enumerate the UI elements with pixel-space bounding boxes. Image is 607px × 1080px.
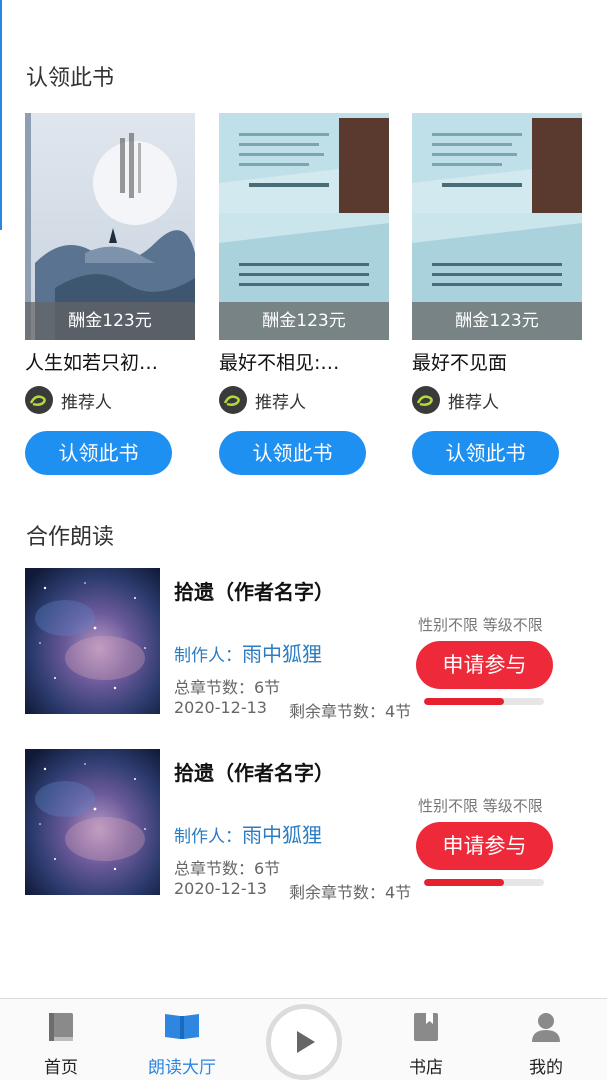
coop-title[interactable]: 拾遗（作者名字） [174,757,334,786]
tab-bookstore-label: 书店 [409,1058,443,1078]
book-cover[interactable]: 酬金123元 [412,113,582,340]
coop-title[interactable]: 拾遗（作者名字） [174,576,334,605]
date: 2020-12-13 [174,698,267,717]
coop-list-item[interactable]: 拾遗（作者名字） 性别不限 等级不限 制作人：雨中狐狸 总章节数：6节 2020… [0,749,607,902]
book-card[interactable]: 酬金123元 最好不见面 推荐人 认领此书 [412,113,582,475]
progress-fill [424,879,505,886]
producer: 制作人：雨中狐狸 [174,638,322,667]
book-title[interactable]: 最好不相见:… [219,348,389,375]
apply-join-button[interactable]: 申请参与 [416,822,553,870]
recommender-avatar-icon [25,386,53,414]
coop-section-title: 合作朗读 [26,525,115,550]
producer: 制作人：雨中狐狸 [174,819,322,848]
remaining-chapters: 剩余章节数：4节 [289,702,412,721]
play-icon [297,1031,315,1053]
restriction-text: 性别不限 等级不限 [418,797,543,815]
book-icon [46,1011,76,1047]
progress-bar [424,698,544,705]
apply-join-button[interactable]: 申请参与 [416,641,553,689]
tab-mine-label: 我的 [529,1058,563,1078]
recommender[interactable]: 推荐人 [25,385,112,415]
coop-cover[interactable] [25,749,160,895]
producer-name[interactable]: 雨中狐狸 [242,642,322,666]
recommender-avatar-icon [412,386,440,414]
progress-fill [424,698,505,705]
date: 2020-12-13 [174,879,267,898]
galaxy-cover-image [25,749,160,895]
producer-label: 制作人： [174,827,242,847]
coop-list-item[interactable]: 拾遗（作者名字） 性别不限 等级不限 制作人：雨中狐狸 总章节数：6节 2020… [0,568,607,721]
book-cover[interactable]: 酬金123元 [219,113,389,340]
recommender-avatar-icon [219,386,247,414]
tab-home-label: 首页 [44,1058,78,1078]
tab-bookstore[interactable]: 书店 [381,999,471,1080]
galaxy-cover-image [25,568,160,714]
tab-reading-hall-label: 朗读大厅 [148,1058,216,1078]
producer-name[interactable]: 雨中狐狸 [242,823,322,847]
recommender-label: 推荐人 [255,392,306,413]
recommender[interactable]: 推荐人 [412,385,499,415]
reward-badge: 酬金123元 [412,302,582,340]
remaining-chapters: 剩余章节数：4节 [289,883,412,902]
book-card[interactable]: 酬金123元 最好不相见:… 推荐人 认领此书 [219,113,389,475]
book-title[interactable]: 最好不见面 [412,348,582,375]
producer-label: 制作人： [174,646,242,666]
claim-section-title: 认领此书 [26,66,115,91]
recommender-label: 推荐人 [448,392,499,413]
recommender[interactable]: 推荐人 [219,385,306,415]
open-book-icon [163,1011,201,1045]
book-title[interactable]: 人生如若只初… [25,348,195,375]
reward-badge: 酬金123元 [219,302,389,340]
book-card[interactable]: 酬金123元 人生如若只初… 推荐人 认领此书 [25,113,195,475]
play-button[interactable] [266,1004,342,1080]
restriction-text: 性别不限 等级不限 [418,616,543,634]
total-chapters: 总章节数：6节 [174,678,281,697]
tab-home[interactable]: 首页 [16,999,106,1080]
claim-book-button[interactable]: 认领此书 [25,431,172,475]
left-edge-accent [0,0,2,230]
tab-reading-hall[interactable]: 朗读大厅 [137,999,227,1080]
coop-cover[interactable] [25,568,160,714]
claim-book-button[interactable]: 认领此书 [219,431,366,475]
reward-badge: 酬金123元 [25,302,195,340]
recommender-label: 推荐人 [61,392,112,413]
total-chapters: 总章节数：6节 [174,859,281,878]
progress-bar [424,879,544,886]
claim-book-button[interactable]: 认领此书 [412,431,559,475]
user-icon [530,1011,562,1047]
book-cover[interactable]: 酬金123元 [25,113,195,340]
tab-mine[interactable]: 我的 [501,999,591,1080]
bookmark-book-icon [411,1011,441,1047]
